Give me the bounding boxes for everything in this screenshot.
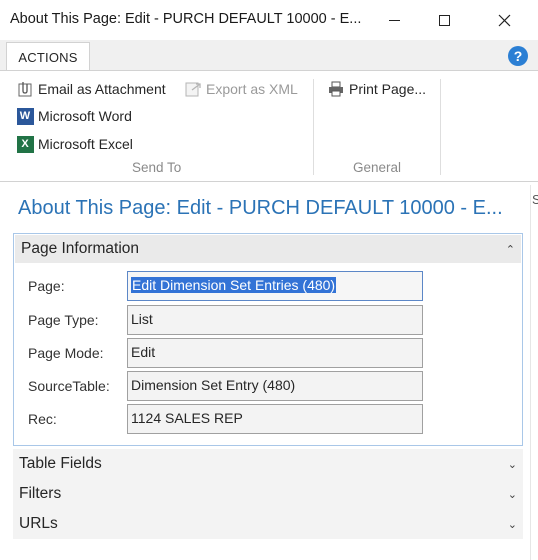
- close-button[interactable]: [480, 0, 528, 40]
- filters-title: Filters: [19, 485, 62, 502]
- ribbon-separator: [313, 79, 314, 175]
- paperclip-icon: [16, 80, 34, 98]
- print-page-label: Print Page...: [349, 81, 427, 97]
- word-icon: W: [16, 107, 34, 125]
- ribbon-separator: [440, 79, 441, 175]
- page-title: About This Page: Edit - PURCH DEFAULT 10…: [18, 197, 503, 219]
- window-title: About This Page: Edit - PURCH DEFAULT 10…: [10, 11, 362, 27]
- maximize-icon: [438, 14, 450, 26]
- maximize-button[interactable]: [420, 0, 468, 40]
- email-as-attachment-button[interactable]: Email as Attachment: [16, 78, 166, 100]
- microsoft-excel-button[interactable]: X Microsoft Excel: [16, 133, 133, 155]
- page-information-section: Page Information ⌃ Page: Edit Dimension …: [13, 233, 523, 446]
- export-as-xml-button[interactable]: Export as XML: [184, 78, 298, 100]
- chevron-down-icon: ⌄: [507, 458, 517, 471]
- field-label-rec: Rec:: [28, 411, 57, 427]
- ribbon: Email as Attachment Export as XML W Micr…: [0, 70, 538, 182]
- microsoft-excel-label: Microsoft Excel: [38, 136, 133, 152]
- table-fields-title: Table Fields: [19, 455, 102, 472]
- table-fields-section[interactable]: Table Fields ⌄: [13, 449, 523, 479]
- chevron-down-icon: ⌄: [507, 518, 517, 531]
- page-information-header[interactable]: Page Information ⌃: [15, 235, 521, 263]
- print-page-button[interactable]: Print Page...: [327, 78, 426, 100]
- field-row-page-type: Page Type:: [28, 305, 126, 335]
- filters-header[interactable]: Filters ⌄: [13, 479, 523, 509]
- table-fields-header[interactable]: Table Fields ⌄: [13, 449, 523, 479]
- field-row-page: Page:: [28, 271, 126, 301]
- microsoft-word-button[interactable]: W Microsoft Word: [16, 105, 132, 127]
- field-label-page: Page:: [28, 278, 65, 294]
- minimize-button[interactable]: [370, 0, 418, 40]
- close-icon: [498, 14, 510, 26]
- field-value-page-mode[interactable]: Edit: [127, 338, 423, 368]
- minimize-icon: [388, 19, 400, 21]
- chevron-down-icon: ⌄: [507, 488, 517, 501]
- microsoft-word-label: Microsoft Word: [38, 108, 132, 124]
- field-row-page-mode: Page Mode:: [28, 338, 126, 368]
- field-value-rec[interactable]: 1124 SALES REP: [127, 404, 423, 434]
- email-as-attachment-label: Email as Attachment: [38, 81, 166, 97]
- field-label-page-mode: Page Mode:: [28, 345, 104, 361]
- ribbon-tab-row: ACTIONS ?: [0, 40, 538, 71]
- background-window-glyph: S: [532, 192, 538, 207]
- filters-section[interactable]: Filters ⌄: [13, 479, 523, 509]
- title-bar: About This Page: Edit - PURCH DEFAULT 10…: [0, 0, 538, 40]
- field-row-rec: Rec:: [28, 404, 126, 434]
- urls-section[interactable]: URLs ⌄: [13, 509, 523, 539]
- page-information-title: Page Information: [21, 240, 140, 257]
- field-label-page-type: Page Type:: [28, 312, 99, 328]
- chevron-up-icon: ⌃: [505, 243, 515, 256]
- help-icon: ?: [513, 48, 523, 64]
- help-button[interactable]: ?: [508, 46, 528, 66]
- field-label-source-table: SourceTable:: [28, 378, 110, 394]
- export-as-xml-label: Export as XML: [206, 81, 298, 97]
- urls-header[interactable]: URLs ⌄: [13, 509, 523, 539]
- field-row-source-table: SourceTable:: [28, 371, 126, 401]
- printer-icon: [327, 80, 345, 98]
- background-window-edge: [530, 185, 538, 560]
- tab-actions[interactable]: ACTIONS: [6, 42, 90, 71]
- field-value-page[interactable]: Edit Dimension Set Entries (480): [127, 271, 423, 301]
- export-xml-icon: [184, 80, 202, 98]
- urls-title: URLs: [19, 515, 58, 532]
- field-value-page-type[interactable]: List: [127, 305, 423, 335]
- send-to-group-label: Send To: [132, 160, 182, 175]
- general-group-label: General: [353, 160, 402, 175]
- excel-icon: X: [16, 135, 34, 153]
- selected-text: Edit Dimension Set Entries (480): [131, 277, 337, 293]
- field-value-source-table[interactable]: Dimension Set Entry (480): [127, 371, 423, 401]
